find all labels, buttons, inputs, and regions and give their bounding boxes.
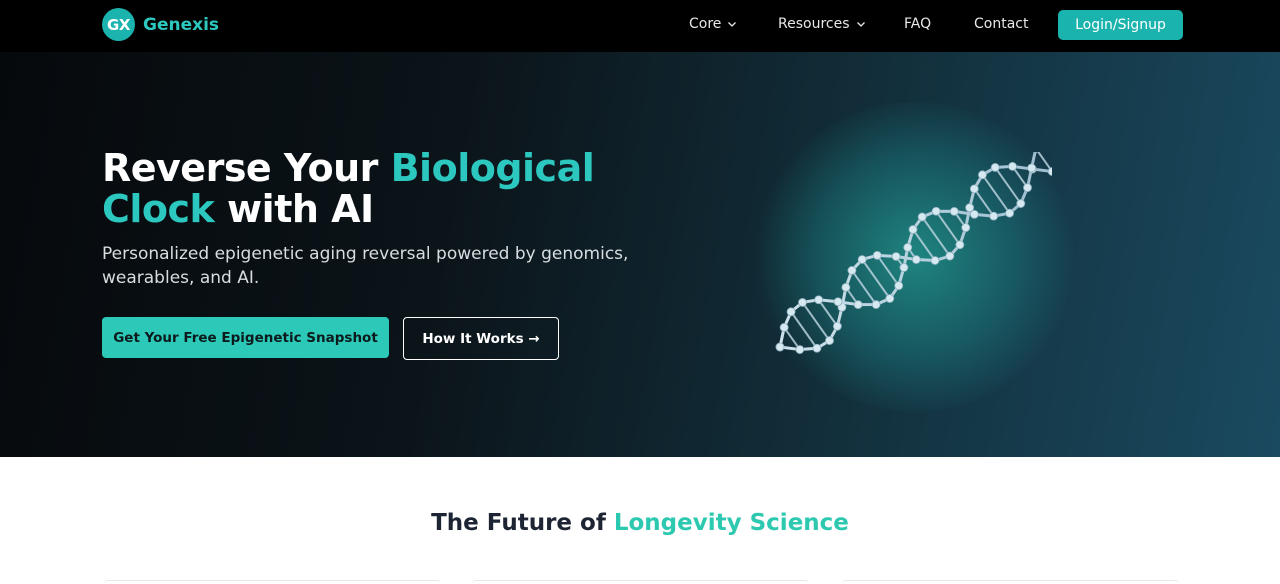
hero-headline: Reverse Your Biological Clock with AI [102, 148, 662, 230]
feature-card [472, 580, 809, 584]
hero-section: Reverse Your Biological Clock with AI Pe… [0, 52, 1280, 457]
headline-part2: with AI [214, 187, 374, 231]
section-title-accent: Longevity Science [613, 510, 849, 536]
how-it-works-button[interactable]: How It Works → [403, 317, 559, 360]
chevron-down-icon [856, 22, 865, 27]
brand-logo[interactable]: GX Genexis [102, 8, 219, 41]
nav-item-label: FAQ [904, 16, 932, 32]
feature-card [104, 580, 441, 584]
brand-name: Genexis [143, 14, 220, 35]
feature-card [842, 580, 1179, 584]
nav-item-label: Core [689, 16, 722, 32]
nav-item-resources[interactable]: Resources [778, 16, 866, 32]
section-title-part1: The Future of [431, 510, 614, 536]
logo-badge: GX [102, 8, 135, 41]
nav-item-faq[interactable]: FAQ [904, 16, 931, 32]
dna-helix-image [775, 152, 1052, 354]
nav-item-label: Contact [974, 16, 1029, 32]
headline-part1: Reverse Your [102, 146, 391, 190]
headline-accent2: Clock [102, 187, 215, 231]
nav-item-contact[interactable]: Contact [974, 16, 1028, 32]
hero-subtitle: Personalized epigenetic aging reversal p… [102, 244, 629, 288]
free-snapshot-button[interactable]: Get Your Free Epigenetic Snapshot [102, 317, 389, 358]
headline-accent1: Biological [390, 146, 595, 190]
login-signup-button[interactable]: Login/Signup [1058, 10, 1183, 40]
section-title: The Future of Longevity Science [0, 510, 1280, 536]
chevron-down-icon [728, 22, 737, 27]
nav-item-core[interactable]: Core [689, 16, 737, 32]
nav-item-label: Resources [778, 16, 850, 32]
top-navbar: GX Genexis Core Resources FAQ Contact Lo… [0, 0, 1280, 52]
